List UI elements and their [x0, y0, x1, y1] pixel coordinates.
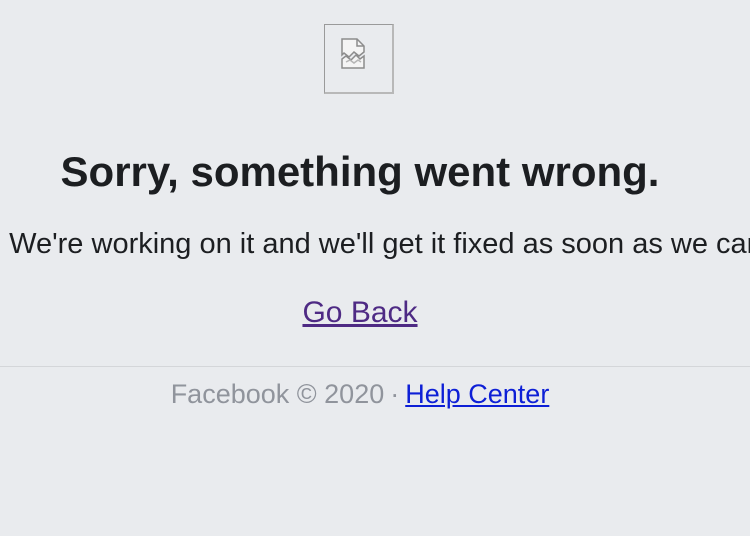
- help-center-link[interactable]: Help Center: [405, 379, 549, 409]
- go-back-container: Go Back: [0, 296, 720, 330]
- footer: Facebook © 2020 · Help Center: [0, 379, 720, 410]
- copyright-text: Facebook © 2020: [170, 379, 385, 409]
- broken-image-placeholder: [324, 24, 394, 94]
- error-title: Sorry, something went wrong.: [60, 148, 660, 195]
- error-message: We're working on it and we'll get it fix…: [9, 228, 750, 260]
- footer-separator: ·: [390, 379, 400, 409]
- broken-image-icon: [341, 38, 365, 69]
- divider: [0, 366, 750, 367]
- go-back-link[interactable]: Go Back: [302, 296, 417, 329]
